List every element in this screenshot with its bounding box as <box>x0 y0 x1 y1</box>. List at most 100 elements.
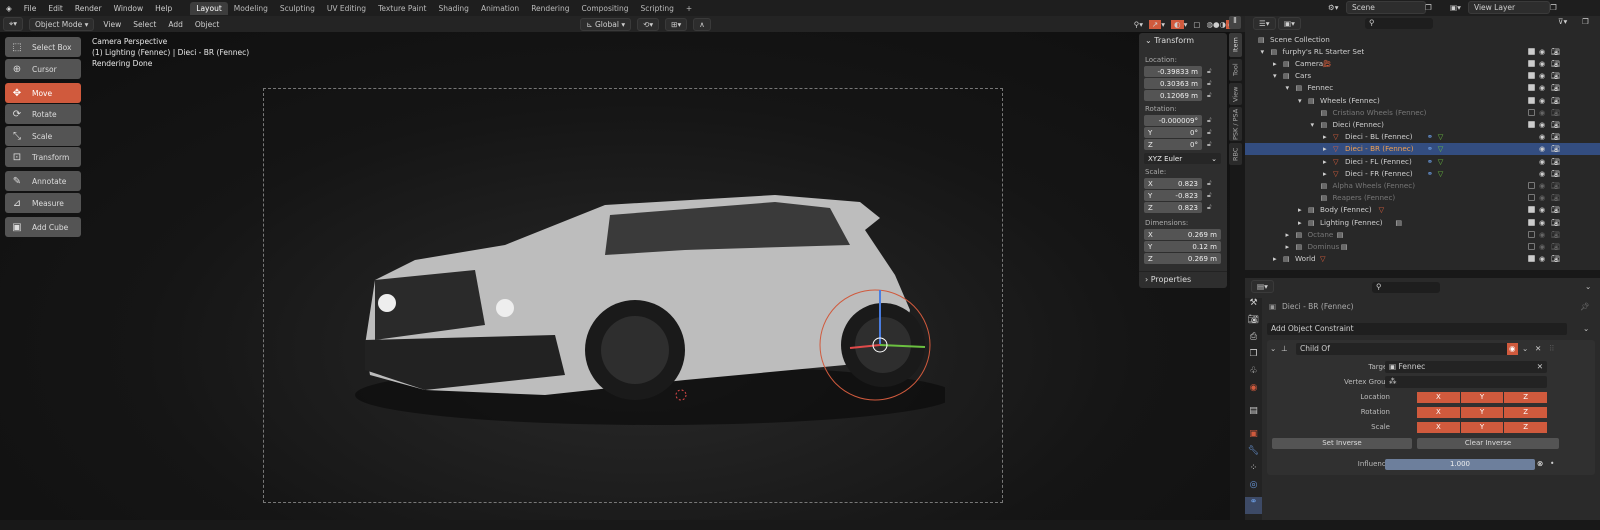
exclude-checkbox[interactable] <box>1528 84 1535 92</box>
render-camera-icon[interactable]: 📷︎ <box>1551 96 1560 105</box>
location-y-field[interactable]: 0.30363 m <box>1144 78 1202 89</box>
render-camera-icon[interactable]: 📷︎ <box>1551 230 1560 239</box>
tool-annotate[interactable]: ✎ Annotate <box>5 171 81 191</box>
new-view-layer-icon[interactable]: ❐ <box>1550 3 1557 12</box>
proportional-edit-icon[interactable]: ∧ <box>693 17 711 31</box>
lock-icon[interactable]: 🔓︎ <box>1207 140 1212 149</box>
outliner-row[interactable]: ▤ Cristiano Wheels (Fennec) ◉ 📷︎ <box>1245 106 1600 118</box>
rotation-mode-dropdown[interactable]: XYZ Euler ⌄ <box>1144 153 1221 164</box>
menu-edit[interactable]: Edit <box>42 4 69 13</box>
exclude-checkbox[interactable] <box>1528 108 1535 116</box>
pin-icon[interactable]: 📌︎ <box>1580 302 1590 311</box>
render-camera-icon[interactable]: 📷︎ <box>1551 218 1560 227</box>
filter-view-icon[interactable]: ▣▾ <box>1278 17 1301 30</box>
tab-tool[interactable]: Tool <box>1229 59 1242 81</box>
expand-arrow-icon[interactable]: ▸ <box>1286 230 1290 239</box>
location-x-field[interactable]: -0.39833 m <box>1144 66 1202 77</box>
mode-dropdown[interactable]: Object Mode ▾ <box>29 17 95 31</box>
menu-object[interactable]: Object <box>189 20 225 29</box>
overlay-icon[interactable]: ◐ <box>1171 19 1184 29</box>
visibility-icon[interactable]: ⚲▾ <box>1134 20 1143 29</box>
location-y-toggle[interactable]: Y <box>1460 392 1504 403</box>
lock-icon[interactable]: 🔓︎ <box>1207 128 1212 137</box>
scale-x-toggle[interactable]: X <box>1417 422 1460 433</box>
exclude-checkbox[interactable] <box>1528 206 1535 214</box>
editor-type-icon[interactable]: ▤▾ <box>1251 280 1274 293</box>
expand-arrow-icon[interactable]: ▸ <box>1273 59 1277 68</box>
constraint-name-field[interactable]: Child Of <box>1296 343 1509 355</box>
expand-arrow-icon[interactable]: ▸ <box>1323 157 1327 166</box>
tab-layout[interactable]: Layout <box>190 1 228 15</box>
lock-icon[interactable]: 🔓︎ <box>1207 91 1212 100</box>
physics-tab-icon[interactable]: ◎ <box>1245 480 1262 497</box>
render-camera-icon[interactable]: 📷︎ <box>1551 157 1560 166</box>
pivot-icon[interactable]: ⟲▾ <box>637 17 660 31</box>
world-tab-icon[interactable]: ◉ <box>1245 383 1262 400</box>
filter-icon[interactable]: ⊽▾ <box>1558 17 1567 26</box>
scale-y-toggle[interactable]: Y <box>1460 422 1504 433</box>
tab-texture-paint[interactable]: Texture Paint <box>372 2 432 15</box>
lock-icon[interactable]: 🔓︎ <box>1207 203 1212 212</box>
view-layer-tab-icon[interactable]: ❐ <box>1245 349 1262 366</box>
visibility-eye-icon[interactable]: ◉ <box>1539 71 1545 80</box>
outliner-row[interactable]: ▾ ▤ Cars ◉ 📷︎ <box>1245 70 1600 82</box>
visibility-eye-icon[interactable]: ◉ <box>1539 144 1545 153</box>
expand-arrow-icon[interactable]: ▾ <box>1286 83 1290 92</box>
editor-type-icon[interactable]: ⌖▾ <box>3 17 23 31</box>
menu-select[interactable]: Select <box>127 20 162 29</box>
visibility-eye-icon[interactable]: ◉ <box>1539 120 1545 129</box>
output-tab-icon[interactable]: ⎙ <box>1245 332 1262 349</box>
outliner-row[interactable]: ▤ Scene Collection <box>1245 33 1600 45</box>
exclude-checkbox[interactable] <box>1528 120 1535 128</box>
tab-animation[interactable]: Animation <box>475 2 525 15</box>
render-camera-icon[interactable]: 📷︎ <box>1551 108 1560 117</box>
render-camera-icon[interactable]: 📷︎ <box>1551 254 1560 263</box>
outliner-row[interactable]: ▤ Reapers (Fennec) ◉ 📷︎ <box>1245 192 1600 204</box>
render-camera-icon[interactable]: 📷︎ <box>1551 169 1560 178</box>
expand-arrow-icon[interactable]: ▾ <box>1261 47 1265 56</box>
tab-compositing[interactable]: Compositing <box>576 2 635 15</box>
properties-subpanel-header[interactable]: › Properties <box>1139 271 1227 287</box>
scale-z-field[interactable]: Z 0.823 <box>1144 202 1202 213</box>
outliner-search-input[interactable]: ⚲ <box>1365 18 1433 29</box>
clear-inverse-button[interactable]: Clear Inverse <box>1417 438 1559 449</box>
exclude-checkbox[interactable] <box>1528 242 1535 250</box>
gizmo-icon[interactable]: ↗ <box>1148 19 1162 29</box>
dimension-y-field[interactable]: Y 0.12 m <box>1144 241 1221 252</box>
outliner-row[interactable]: ▸ ▤ Camera 🎥︎ ◉ 📷︎ <box>1245 57 1600 69</box>
visibility-eye-icon[interactable]: ◉ <box>1539 108 1545 117</box>
expand-arrow-icon[interactable]: ▸ <box>1298 218 1302 227</box>
outliner-row[interactable]: ▾ ▤ Dieci (Fennec) ◉ 📷︎ <box>1245 118 1600 130</box>
render-camera-icon[interactable]: 📷︎ <box>1551 83 1560 92</box>
visibility-eye-icon[interactable]: ◉ <box>1539 230 1545 239</box>
target-field[interactable]: ▣ Fennec ✕ <box>1385 361 1547 373</box>
properties-search-input[interactable]: ⚲ <box>1372 282 1440 293</box>
influence-slider[interactable]: 1.000 <box>1385 459 1535 470</box>
tool-measure[interactable]: ⊿ Measure <box>5 193 81 213</box>
scene-selector[interactable]: Scene <box>1346 1 1426 14</box>
tool-scale[interactable]: ⤡ Scale <box>5 126 81 146</box>
xray-icon[interactable]: ▢ <box>1193 20 1200 29</box>
scale-z-toggle[interactable]: Z <box>1504 422 1548 433</box>
expand-arrow-icon[interactable]: ▸ <box>1298 205 1302 214</box>
render-camera-icon[interactable]: 📷︎ <box>1551 71 1560 80</box>
render-camera-icon[interactable]: 📷︎ <box>1551 59 1560 68</box>
tab-shading[interactable]: Shading <box>432 2 474 15</box>
outliner-row[interactable]: ▾ ▤ furphy's RL Starter Set ◉ 📷︎ <box>1245 45 1600 57</box>
constraint-tab-icon[interactable]: ⚭ <box>1245 497 1262 514</box>
exclude-checkbox[interactable] <box>1528 181 1535 189</box>
render-camera-icon[interactable]: 📷︎ <box>1551 144 1560 153</box>
collection-tab-icon[interactable]: ▤ <box>1245 406 1262 423</box>
render-camera-icon[interactable]: 📷︎ <box>1551 181 1560 190</box>
drag-handle-icon[interactable]: ⠿ <box>1549 344 1555 353</box>
expand-arrow-icon[interactable]: ▾ <box>1298 96 1302 105</box>
location-z-field[interactable]: 0.12069 m <box>1144 90 1202 101</box>
tab-item[interactable]: Item <box>1229 33 1242 57</box>
tool-rotate[interactable]: ⟳ Rotate <box>5 104 81 124</box>
location-x-toggle[interactable]: X <box>1417 392 1460 403</box>
outliner-row[interactable]: ▸ ▽ Dieci - FL (Fennec) ⚭ ▽ ◉ 📷︎ <box>1245 155 1600 167</box>
rotation-y-toggle[interactable]: Y <box>1460 407 1504 418</box>
tab-rbc[interactable]: RBC <box>1229 143 1242 165</box>
expand-arrow-icon[interactable]: ▸ <box>1323 169 1327 178</box>
visibility-eye-icon[interactable]: ◉ <box>1539 96 1545 105</box>
